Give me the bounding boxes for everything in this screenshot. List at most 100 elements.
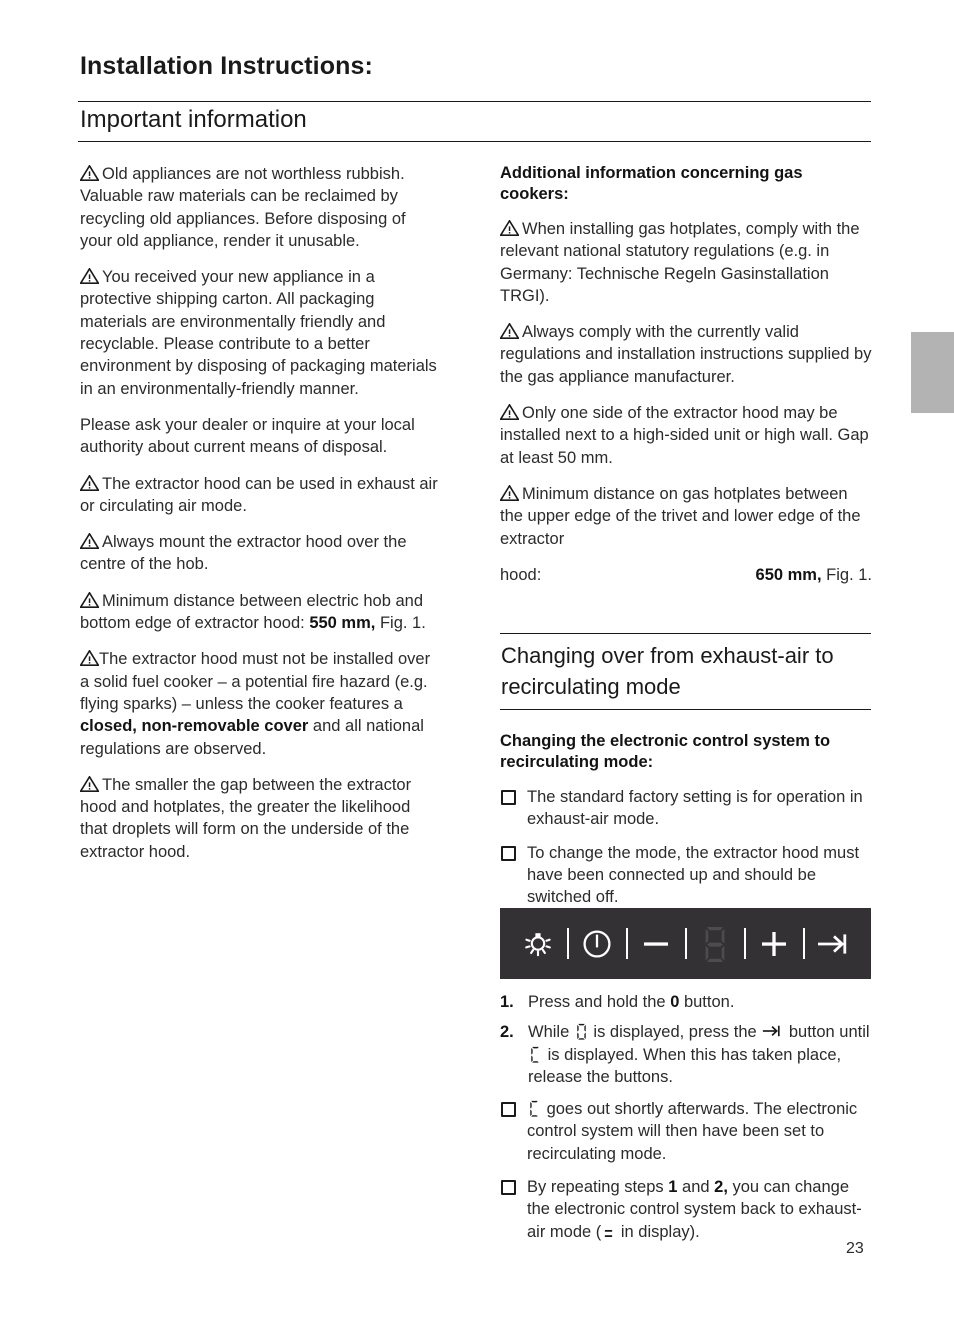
seven-segment-0-glyph-icon [576,1023,587,1040]
hood-value-group: 650 mm, Fig. 1. [756,564,872,586]
paragraph-exhaust-or-circulating: The extractor hood can be used in exhaus… [80,473,442,518]
min-distance-figure-ref: Fig. 1. [375,614,426,633]
paragraph-gas-manufacturer-instructions: Always comply with the currently valid r… [500,321,872,388]
paragraph-text: Always mount the extractor hood over the… [80,533,407,574]
min-distance-gas-value: 650 mm, [755,565,822,584]
list-item: 1. Press and hold the 0 button. [500,991,872,1013]
light-bulb-icon [518,924,558,964]
paragraph-packaging: You received your new appliance in a pro… [80,266,442,400]
subheading-gas-cookers: Additional information concerning gas co… [500,164,803,203]
result-text: goes out shortly afterwards. The electro… [527,1100,858,1163]
warning-triangle-icon [500,220,519,236]
min-distance-value: 550 mm, [309,614,376,633]
plus-icon [754,924,794,964]
list-item-text: The standard factory setting is for oper… [527,788,863,829]
divider-above-heading [78,101,871,102]
list-item: By repeating steps 1 and 2, you can chan… [500,1176,872,1243]
divider-below-section2 [500,709,871,710]
list-item: To change the mode, the extractor hood m… [500,842,872,909]
seven-segment-C-glyph-icon [529,1100,540,1117]
repeat-step-2: 2, [714,1178,728,1197]
paragraph-one-side-high-sided-unit: Only one side of the extractor hood may … [500,402,872,469]
warning-triangle-icon [500,323,519,340]
list-item: goes out shortly afterwards. The electro… [500,1098,872,1165]
solid-fuel-emphasis: closed, non-removable cover [80,717,309,736]
warning-triangle-icon [500,484,519,501]
seven-segment-C-glyph-icon [530,1046,541,1063]
right-column-bottom: Changing the electronic control system t… [500,731,872,921]
warning-triangle-icon [80,650,99,667]
paragraph-dealer-inquiry: Please ask your dealer or inquire at you… [80,415,415,457]
right-column-steps: 1. Press and hold the 0 button. 2. While … [500,991,872,1256]
step-number: 2. [500,1023,514,1042]
panel-separator [684,928,687,959]
left-column: Old appliances are not worthless rubbish… [80,163,442,877]
control-panel-illustration [500,908,871,979]
step-text-part2: button. [679,993,735,1011]
step-text-part2: is displayed, press the [588,1023,762,1042]
paragraph-mount-centre-hob: Always mount the extractor hood over the… [80,531,442,576]
panel-separator [802,928,805,959]
section-heading-changing-over: Changing over from exhaust-air to recirc… [501,643,834,699]
page-edge-tab-marker [911,332,954,413]
paragraph-solid-fuel-warning: The extractor hood must not be installed… [80,648,442,759]
repeat-text-part4: in display). [616,1222,700,1241]
minus-icon [636,924,676,964]
procedure-steps-list: 1. Press and hold the 0 button. 2. While … [500,991,872,1088]
repeat-text-part2: and [677,1178,715,1197]
paragraph-text: The extractor hood can be used in exhaus… [80,474,438,515]
paragraph-min-distance-electric: Minimum distance between electric hob an… [80,590,442,635]
panel-separator [625,928,628,959]
paragraph-text: You received your new appliance in a pro… [80,268,437,398]
step-text-part1: While [528,1023,574,1042]
hollow-square-bullet-icon [501,845,516,861]
warning-triangle-icon [80,775,99,792]
hood-label: hood: [500,565,542,584]
paragraph-text: Only one side of the extractor hood may … [500,404,869,467]
paragraph-gas-hotplates-regulations: When installing gas hotplates, comply wi… [500,218,872,307]
mode-prerequisites-list: The standard factory setting is for oper… [500,786,872,908]
step-number: 1. [500,993,514,1011]
section-heading-important-information: Important information [80,106,307,133]
list-item-text: To change the mode, the extractor hood m… [527,843,860,907]
divider-below-heading [78,141,871,142]
solid-fuel-text-part1: The extractor hood must not be installed… [80,650,431,713]
warning-triangle-icon [80,268,99,285]
two-bar-glyph-icon [603,1223,614,1240]
min-distance-gas-value-row: hood: 650 mm, Fig. 1. [500,564,872,586]
warning-triangle-icon [80,533,99,550]
hollow-square-bullet-icon [501,1180,516,1196]
paragraph-text: Always comply with the currently valid r… [500,323,872,386]
paragraph-text: The smaller the gap between the extracto… [80,775,412,861]
paragraph-old-appliances: Old appliances are not worthless rubbish… [80,163,442,252]
hollow-square-bullet-icon [501,790,516,805]
power-icon [577,924,617,964]
arrow-to-bar-glyph-icon [762,1024,783,1038]
page-number: 23 [846,1240,864,1257]
list-item: 2. While is displayed, press the button u… [500,1021,872,1088]
procedure-result-list: goes out shortly afterwards. The electro… [500,1098,872,1243]
step-text-part1: Press and hold the [528,993,671,1011]
panel-separator [566,928,569,959]
warning-triangle-icon [80,474,99,491]
list-item: The standard factory setting is for oper… [500,786,872,831]
subheading-changing-control-system: Changing the electronic control system t… [500,732,831,771]
arrow-to-bar-icon [813,924,853,964]
paragraph-text: Old appliances are not worthless rubbish… [80,165,406,250]
seven-segment-display-icon [695,924,735,964]
min-distance-gas-lead: Minimum distance on gas hotplates betwee… [500,484,861,548]
paragraph-text: When installing gas hotplates, comply wi… [500,220,860,305]
document-page: Installation Instructions: Important inf… [0,0,954,1326]
step-text-part3: button until [784,1023,870,1042]
repeat-text-part1: By repeating steps [527,1178,669,1197]
paragraph-min-distance-gas: Minimum distance on gas hotplates betwee… [500,483,872,550]
warning-triangle-icon [80,165,99,181]
step-text-part4: is displayed. When this has taken place,… [528,1045,842,1086]
panel-separator [743,928,746,959]
warning-triangle-icon [80,591,99,608]
hollow-square-bullet-icon [501,1102,516,1118]
min-distance-gas-figure-ref: Fig. 1. [821,565,872,584]
right-column-top: Additional information concerning gas co… [500,163,872,586]
page-title: Installation Instructions: [80,52,373,80]
divider-above-section2 [500,633,871,634]
